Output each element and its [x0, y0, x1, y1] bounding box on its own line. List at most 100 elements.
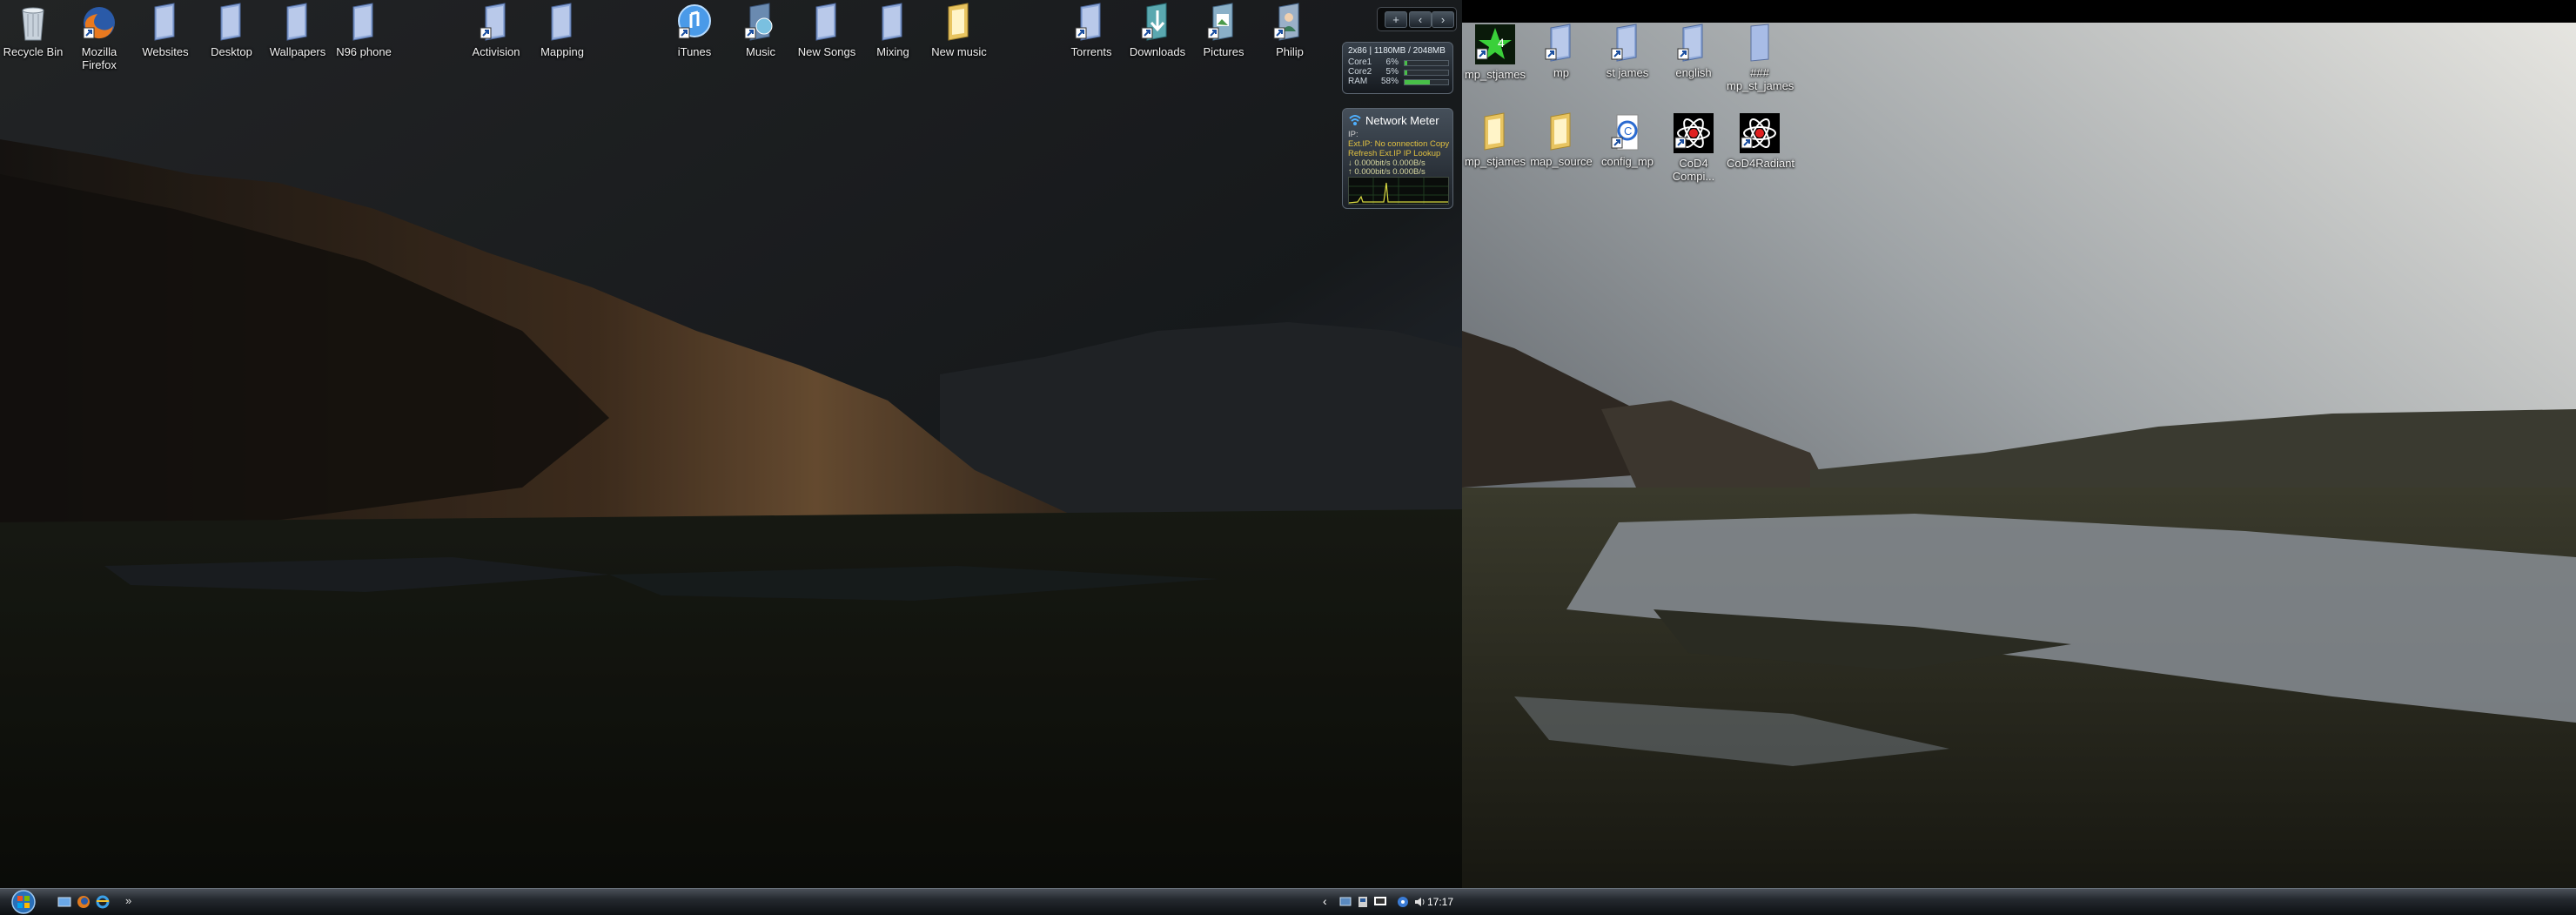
network-meter-gadget[interactable]: Network Meter IP: Ext.IP: No connection … [1342, 108, 1453, 209]
tray-expand-icon[interactable]: ‹ [1323, 894, 1327, 908]
itunes-icon [678, 4, 711, 39]
desktop-icon-downloads[interactable]: Downloads [1124, 2, 1191, 58]
mp-st-james-file-icon [1750, 24, 1769, 62]
previous-gadgets-button[interactable]: ‹ [1409, 11, 1432, 28]
desktop-icon-label: Mapping [540, 45, 584, 58]
cod4-radiant-icon [1740, 113, 1780, 153]
desktop-icon-label: english [1675, 66, 1712, 79]
desktop-icon-philip[interactable]: Philip [1257, 2, 1323, 58]
taskbar-clock[interactable]: 17:17 [1427, 896, 1453, 908]
network-graph [1348, 177, 1449, 205]
cpu-row-bar [1404, 79, 1449, 85]
svg-text:C: C [1624, 124, 1632, 138]
desktop-icon-mixing[interactable]: Mixing [860, 2, 926, 58]
cpu-row-fill [1405, 80, 1430, 84]
cpu-row-value: 58% [1380, 77, 1399, 86]
quick-launch-overflow[interactable]: » [125, 894, 131, 907]
desktop-icon-label: Philip [1276, 45, 1304, 58]
desktop-icon-new-songs[interactable]: New Songs [794, 2, 860, 58]
next-gadgets-button[interactable]: › [1432, 11, 1454, 28]
cpu-row-value: 6% [1385, 57, 1399, 67]
cpu-row-label: Core1 [1348, 57, 1372, 67]
desktop-icon-new-music[interactable]: New music [926, 2, 992, 58]
desktop-icon-activision[interactable]: Activision [463, 2, 529, 58]
desktop-icon-music[interactable]: Music [728, 2, 794, 58]
desktop-icon-label: Activision [472, 45, 520, 58]
refresh-line[interactable]: Refresh Ext.IP IP Lookup [1348, 149, 1440, 158]
monitor-tray-icon[interactable] [1373, 895, 1387, 909]
add-gadget-button[interactable]: + [1385, 11, 1407, 28]
recycle-bin-icon [22, 7, 44, 41]
desktop-icon-mp-stjames-folder[interactable]: mp_stjames [1462, 111, 1528, 168]
desktop-icon-mapping[interactable]: Mapping [529, 2, 595, 58]
desktop-icon-label: ### mp_st_james [1727, 66, 1794, 92]
security-tray-icon[interactable] [1396, 895, 1410, 909]
desktop-icon-cod4-compile[interactable]: CoD4 Compi... [1660, 111, 1727, 183]
cpu-row-core2: Core2 5% [1343, 67, 1452, 77]
desktop-icon-label: Mozilla Firefox [81, 45, 117, 71]
desktop-icon-label: Downloads [1129, 45, 1186, 58]
cpu-meter-header: 2x86 | 1180MB / 2048MB [1348, 46, 1446, 56]
upload-rate-text: 0.000bit/s 0.000B/s [1354, 167, 1426, 177]
desktop-icon-websites[interactable]: Websites [132, 2, 198, 58]
mixing-icon [882, 3, 902, 41]
desktop-icon-label: CoD4 Compi... [1672, 157, 1715, 183]
desktop-icon-itunes[interactable]: iTunes [661, 2, 728, 58]
desktop-icon-label: mp_stjames [1464, 68, 1526, 81]
desktop-icon [220, 3, 241, 41]
mapping-icon [551, 3, 572, 41]
cpu-row-fill [1405, 61, 1407, 65]
desktop-icon-label: New music [931, 45, 987, 58]
desktop-icon-english[interactable]: english [1660, 23, 1727, 79]
show-desktop-icon[interactable] [57, 895, 71, 909]
desktop-icon-label: st james [1606, 66, 1649, 79]
new-songs-icon [815, 3, 836, 41]
desktop-icon-pictures[interactable]: Pictures [1191, 2, 1257, 58]
config-mp-icon: C [1611, 114, 1639, 151]
volume-icon[interactable] [1413, 895, 1427, 909]
desktop-icon-cod4-radiant[interactable]: CoD4Radiant [1727, 111, 1794, 170]
device-tray-icon[interactable] [1356, 895, 1370, 909]
sidebar-toolbar: + ‹ › [1377, 7, 1457, 31]
map-source-icon [1550, 112, 1571, 151]
cpu-row-bar [1404, 70, 1449, 76]
philip-icon [1273, 3, 1299, 41]
ip-line: IP: [1348, 130, 1358, 139]
desktop-icon-wallpapers[interactable]: Wallpapers [265, 2, 331, 58]
desktop-icon-mp-stjames-game[interactable]: 4 mp_stjames [1462, 23, 1528, 81]
desktop-icon-mozilla-firefox[interactable]: Mozilla Firefox [66, 2, 132, 71]
mp-stjames-folder-icon [1484, 112, 1505, 151]
desktop-icon-desktop[interactable]: Desktop [198, 2, 265, 58]
desktop-icon-mp-st-james-file[interactable]: ### mp_st_james [1727, 23, 1794, 92]
desktop-icon-label: Torrents [1070, 45, 1112, 58]
cpu-row-label: RAM [1348, 77, 1368, 86]
desktop-icon-label: Music [746, 45, 775, 58]
desktop-icon-label: Desktop [211, 45, 252, 58]
firefox-icon[interactable] [77, 895, 91, 909]
start-button[interactable] [5, 890, 42, 914]
desktop-icon-label: Websites [142, 45, 189, 58]
desktop-icon-label: N96 phone [336, 45, 392, 58]
desktop-icon-n96-phone[interactable]: N96 phone [331, 2, 397, 58]
cod4-compile-icon [1674, 113, 1714, 153]
desktop-icon-label: config_mp [1601, 155, 1654, 168]
new-music-icon [948, 3, 969, 41]
cpu-row-label: Core2 [1348, 67, 1372, 77]
desktop-icon-recycle-bin[interactable]: Recycle Bin [0, 2, 66, 58]
desktop-icon-torrents[interactable]: Torrents [1058, 2, 1124, 58]
network-meter-title: Network Meter [1365, 114, 1439, 127]
cpu-row-value: 5% [1385, 67, 1399, 77]
ie-icon[interactable] [96, 895, 110, 909]
torrents-icon [1075, 3, 1101, 41]
desktop-icon-config-mp[interactable]: Cconfig_mp [1594, 111, 1660, 168]
desktop-icon-map-source[interactable]: map_source [1528, 111, 1594, 168]
ext-ip-line[interactable]: Ext.IP: No connection Copy [1348, 139, 1449, 149]
cpu-row-ram: RAM 58% [1343, 77, 1452, 86]
desktop-icon-st-james[interactable]: st james [1594, 23, 1660, 79]
network-tray-icon[interactable] [1338, 895, 1352, 909]
cpu-row-fill [1405, 71, 1407, 75]
taskbar: » ‹ 17:17 [0, 888, 2576, 915]
desktop-icon-mp[interactable]: mp [1528, 23, 1594, 79]
cpu-meter-gadget[interactable]: 2x86 | 1180MB / 2048MB Core1 6% Core2 5%… [1342, 42, 1453, 94]
desktop-icon-label: iTunes [677, 45, 712, 58]
